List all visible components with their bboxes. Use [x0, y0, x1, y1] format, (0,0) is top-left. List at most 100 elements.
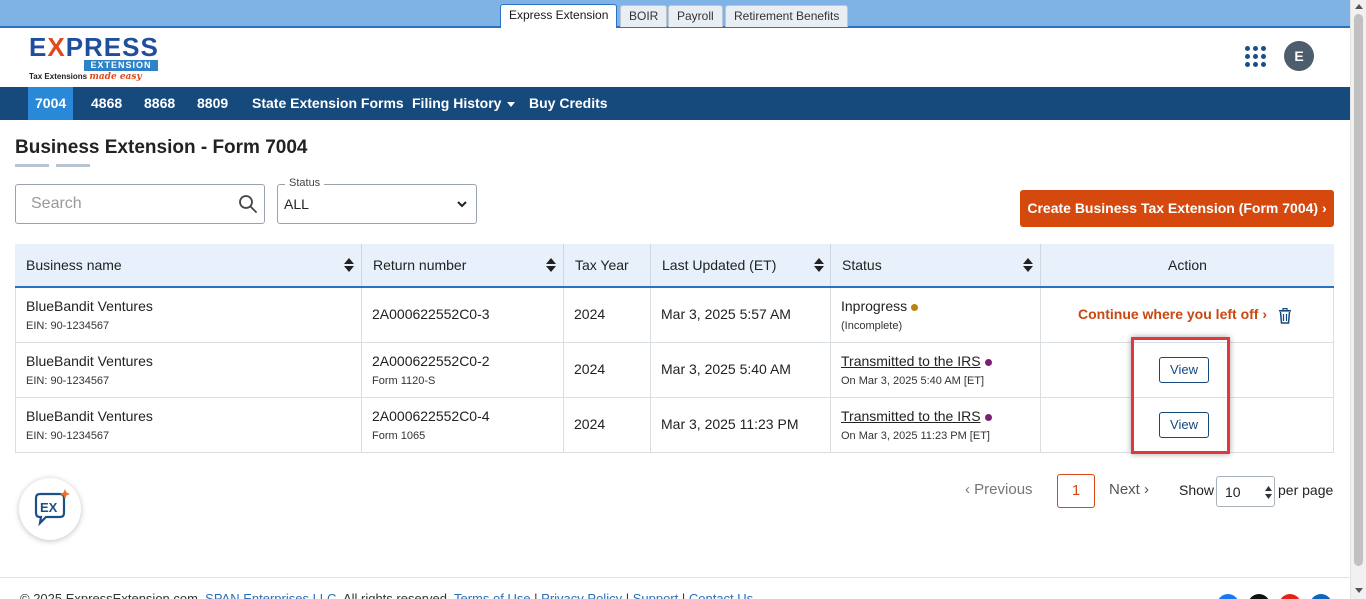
pagination-next-label: Next	[1109, 481, 1140, 498]
youtube-icon[interactable]	[1279, 594, 1301, 599]
footer: © 2025 ExpressExtension.com, SPAN Enterp…	[0, 577, 1350, 599]
nav-item-7004[interactable]: 7004	[28, 87, 74, 120]
cell-last-updated: Mar 3, 2025 5:57 AM	[651, 288, 831, 342]
per-page-select[interactable]: 10	[1216, 476, 1275, 507]
cell-return-number: 2A000622552C0-4 Form 1065	[362, 398, 564, 452]
status-dot-icon	[984, 413, 992, 421]
cell-return-number: 2A000622552C0-2 Form 1120-S	[362, 343, 564, 397]
search-box	[15, 184, 265, 224]
x-twitter-icon[interactable]	[1248, 594, 1270, 599]
product-tab-payroll[interactable]: Payroll	[668, 5, 723, 27]
scroll-thumb[interactable]	[1354, 14, 1363, 566]
nav-item-4868[interactable]: 4868	[84, 87, 129, 120]
tax-year: 2024	[574, 416, 606, 432]
sort-icon[interactable]	[1023, 257, 1033, 273]
business-ein: EIN: 90-1234567	[26, 320, 110, 332]
scroll-down-arrow-icon[interactable]	[1355, 588, 1363, 593]
per-page-label: per page	[1278, 482, 1334, 498]
chat-widget[interactable]: EX	[19, 478, 81, 540]
cell-business: BlueBandit Ventures EIN: 90-1234567	[16, 288, 362, 342]
cell-status: Transmitted to the IRS On Mar 3, 2025 11…	[831, 398, 1041, 452]
pagination-previous-label: Previous	[974, 481, 1033, 498]
product-tab-boir[interactable]: BOIR	[620, 5, 668, 27]
tax-year: 2024	[574, 306, 606, 322]
header-tax-year-label: Tax Year	[575, 257, 629, 273]
continue-link-label: Continue where you left off	[1078, 306, 1259, 322]
scroll-up-arrow-icon[interactable]	[1355, 4, 1363, 9]
header-status-label: Status	[842, 257, 882, 273]
table-row: BlueBandit Ventures EIN: 90-1234567 2A00…	[15, 398, 1334, 453]
sort-icon[interactable]	[814, 257, 824, 273]
user-avatar[interactable]: E	[1284, 41, 1314, 71]
business-name: BlueBandit Ventures	[26, 408, 153, 424]
footer-company-link[interactable]: SPAN Enterprises LLC	[205, 591, 336, 599]
sort-icon[interactable]	[546, 257, 556, 273]
updown-arrows-icon	[1265, 486, 1272, 499]
cell-tax-year: 2024	[564, 398, 651, 452]
search-icon[interactable]	[238, 194, 258, 214]
product-tab-strip: Express Extension BOIR Payroll Retiremen…	[0, 0, 1350, 30]
logo-tagline: Tax Extensions made easy	[29, 72, 142, 82]
table-row: BlueBandit Ventures EIN: 90-1234567 2A00…	[15, 288, 1334, 343]
footer-link-terms[interactable]: Terms of Use	[454, 591, 531, 599]
cell-last-updated: Mar 3, 2025 5:40 AM	[651, 343, 831, 397]
header-tax-year: Tax Year	[564, 244, 651, 286]
search-input[interactable]	[16, 185, 226, 223]
cell-status: Inprogress (Incomplete)	[831, 288, 1041, 342]
nav-item-8809[interactable]: 8809	[190, 87, 235, 120]
footer-link-support[interactable]: Support	[633, 591, 679, 599]
nav-item-8868[interactable]: 8868	[137, 87, 182, 120]
cell-return-number: 2A000622552C0-3	[362, 288, 564, 342]
status-detail: (Incomplete)	[841, 320, 903, 332]
status-select[interactable]: ALL	[277, 184, 477, 224]
header-last-updated: Last Updated (ET)	[651, 244, 831, 286]
status-dot-icon	[911, 303, 919, 311]
cell-last-updated: Mar 3, 2025 11:23 PM	[651, 398, 831, 452]
form-type: Form 1120-S	[372, 375, 436, 387]
logo-wordmark: EXPRESS	[29, 32, 159, 62]
status-link[interactable]: Transmitted to the IRS	[841, 408, 981, 424]
status-detail: On Mar 3, 2025 5:40 AM [ET]	[841, 375, 985, 387]
footer-text: © 2025 ExpressExtension.com, SPAN Enterp…	[20, 591, 753, 599]
view-button[interactable]: View	[1159, 412, 1209, 438]
cell-business: BlueBandit Ventures EIN: 90-1234567	[16, 398, 362, 452]
status-dot-icon	[984, 358, 992, 366]
create-business-tax-extension-button[interactable]: Create Business Tax Extension (Form 7004…	[1020, 190, 1334, 227]
table-header: Business name Return number Tax Year Las…	[15, 244, 1334, 288]
page-scrollbar[interactable]	[1350, 0, 1366, 599]
header-business-name-label: Business name	[26, 257, 122, 273]
nav-item-buy-credits[interactable]: Buy Credits	[522, 87, 615, 120]
pagination-previous[interactable]: ‹ Previous	[965, 481, 1033, 498]
header-business-name: Business name	[15, 244, 362, 286]
linkedin-icon[interactable]	[1310, 594, 1332, 599]
product-tab-express-extension[interactable]: Express Extension	[500, 4, 618, 30]
business-name: BlueBandit Ventures	[26, 298, 153, 314]
page-title: Business Extension - Form 7004	[15, 137, 308, 158]
nav-item-state-extension-forms[interactable]: State Extension Forms	[245, 87, 411, 120]
footer-link-contact[interactable]: Contact Us	[689, 591, 753, 599]
apps-grid-icon[interactable]	[1245, 46, 1267, 68]
view-button[interactable]: View	[1159, 357, 1209, 383]
chevron-right-icon: ›	[1321, 200, 1327, 216]
pagination-page[interactable]: 1	[1057, 474, 1095, 508]
business-ein: EIN: 90-1234567	[26, 375, 110, 387]
nav-item-filing-history[interactable]: Filing History	[405, 87, 522, 120]
footer-link-privacy[interactable]: Privacy Policy	[541, 591, 622, 599]
product-tab-retirement-benefits[interactable]: Retirement Benefits	[725, 5, 849, 27]
return-number: 2A000622552C0-2	[372, 353, 490, 369]
svg-text:EX: EX	[40, 500, 58, 515]
facebook-icon[interactable]	[1217, 594, 1239, 599]
status-link[interactable]: Transmitted to the IRS	[841, 353, 981, 369]
cell-tax-year: 2024	[564, 343, 651, 397]
status-text: Transmitted to the IRS	[841, 408, 992, 424]
sort-icon[interactable]	[344, 257, 354, 273]
create-button-label: Create Business Tax Extension (Form 7004…	[1027, 200, 1319, 216]
footer-copyright: © 2025 ExpressExtension.com,	[20, 591, 206, 599]
continue-link[interactable]: Continue where you left off ›	[1078, 306, 1267, 322]
pagination-next[interactable]: Next ›	[1109, 481, 1149, 498]
express-extension-logo[interactable]: EXPRESS EXTENSION Tax Extensions made ea…	[29, 32, 161, 84]
status-detail: On Mar 3, 2025 11:23 PM [ET]	[841, 430, 990, 442]
main-nav: 7004 4868 8868 8809 State Extension Form…	[0, 87, 1350, 120]
trash-icon[interactable]	[1278, 308, 1292, 324]
header-status: Status	[831, 244, 1041, 286]
